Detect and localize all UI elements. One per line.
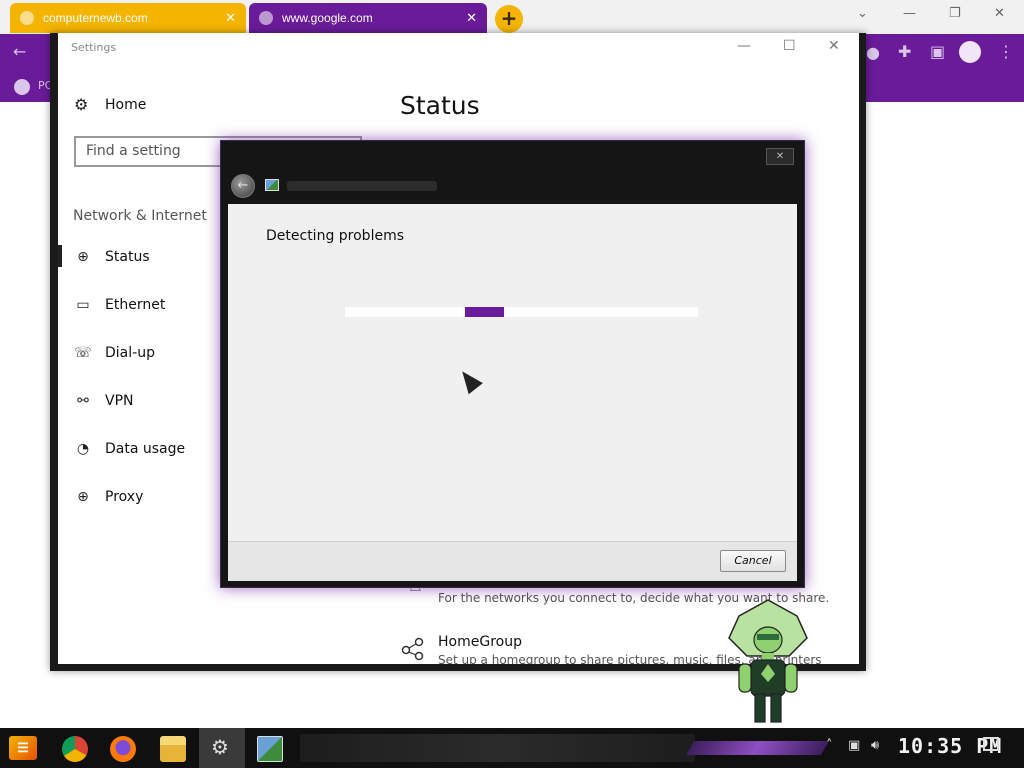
- tab-title: www.google.com: [282, 11, 373, 25]
- dialog-footer: Cancel: [228, 541, 797, 581]
- tab-close-icon[interactable]: ✕: [466, 11, 477, 26]
- nav-item-data-usage[interactable]: ◔ Data usage: [74, 436, 185, 462]
- data-usage-icon: ◔: [76, 441, 90, 457]
- troubleshooter-task-icon[interactable]: [257, 736, 283, 762]
- dialog-body: Detecting problems: [228, 204, 797, 541]
- nav-item-vpn[interactable]: ⚯ VPN: [74, 388, 134, 414]
- nav-label: Dial-up: [105, 345, 155, 361]
- globe-favicon-icon: [20, 11, 34, 25]
- nav-item-status[interactable]: ⊕ Status: [74, 244, 150, 270]
- tray-overflow-icon[interactable]: ˄: [826, 738, 833, 753]
- settings-gear-icon[interactable]: ⚙: [211, 735, 229, 759]
- nav-label: Status: [105, 249, 150, 265]
- nav-label: Proxy: [105, 489, 144, 505]
- new-tab-button[interactable]: +: [495, 5, 523, 33]
- section-label: Network & Internet: [73, 208, 207, 224]
- globe-favicon-icon: [259, 11, 273, 25]
- home-nav-item[interactable]: ⚙ Home: [74, 95, 146, 114]
- back-arrow-icon[interactable]: ←: [13, 42, 26, 61]
- character-sticker: [728, 599, 808, 723]
- nav-item-ethernet[interactable]: ▭ Ethernet: [74, 292, 165, 318]
- tab-google[interactable]: www.google.com ✕: [249, 3, 487, 33]
- settings-maximize-icon[interactable]: ☐: [783, 38, 796, 54]
- volume-icon[interactable]: 🔊︎: [871, 738, 879, 753]
- settings-minimize-icon[interactable]: —: [737, 38, 751, 54]
- minimize-icon[interactable]: —: [903, 6, 916, 21]
- chrome-icon[interactable]: [62, 736, 88, 762]
- dialog-title-blurred: [287, 181, 437, 191]
- cancel-button[interactable]: Cancel: [720, 550, 786, 572]
- progress-indicator: [465, 307, 504, 317]
- menu-kebab-icon[interactable]: ⋮: [998, 42, 1014, 61]
- tab-computernewb[interactable]: computernewb.com ✕: [10, 3, 246, 33]
- home-label: Home: [105, 96, 147, 113]
- side-panel-icon[interactable]: ▣: [930, 42, 945, 61]
- nav-item-dialup[interactable]: ☏ Dial-up: [74, 340, 155, 366]
- progress-bar: [345, 307, 698, 317]
- browser-tab-strip: computernewb.com ✕ www.google.com ✕ + ⌄ …: [0, 0, 1024, 34]
- globe-status-icon: ⊕: [77, 249, 89, 265]
- homegroup-link[interactable]: HomeGroup: [438, 634, 522, 650]
- extensions-icon[interactable]: ✚: [898, 42, 911, 61]
- firefox-icon[interactable]: [110, 736, 136, 762]
- restore-icon[interactable]: ❐: [949, 6, 961, 21]
- notification-center-icon[interactable]: [983, 737, 999, 751]
- nav-label: Ethernet: [105, 297, 166, 313]
- tab-search-icon[interactable]: ⌄: [857, 6, 868, 21]
- ethernet-icon: ▭: [76, 297, 90, 313]
- page-title: Status: [400, 91, 480, 120]
- account-avatar-icon[interactable]: [959, 41, 981, 63]
- settings-title: Settings: [71, 41, 117, 54]
- troubleshooter-dialog: ✕ ← Detecting problems Cancel: [220, 140, 805, 588]
- bookmark-favicon-icon[interactable]: [14, 79, 30, 95]
- nav-label: Data usage: [105, 441, 186, 457]
- homegroup-icon: [401, 637, 424, 661]
- troubleshooter-app-icon: [265, 179, 279, 191]
- settings-close-icon[interactable]: ✕: [828, 38, 840, 54]
- vpn-icon: ⚯: [77, 393, 89, 409]
- tab-close-icon[interactable]: ✕: [225, 11, 236, 26]
- tab-title: computernewb.com: [43, 11, 148, 25]
- globe-proxy-icon: ⊕: [77, 489, 89, 505]
- close-icon[interactable]: ✕: [994, 6, 1005, 21]
- taskbar: ☰ ⚙ ˄ ▣ 🔊︎ 10:35 PM: [0, 728, 1024, 768]
- file-explorer-icon[interactable]: [160, 736, 186, 762]
- detecting-heading: Detecting problems: [266, 228, 405, 244]
- gear-icon: ⚙: [74, 95, 89, 114]
- profile-badge-icon[interactable]: ●: [866, 43, 880, 62]
- network-status-icon[interactable]: ▣: [848, 738, 860, 753]
- dialup-icon: ☏: [74, 345, 92, 361]
- taskbar-accent-stripe: [685, 741, 830, 755]
- active-indicator: [58, 245, 62, 267]
- back-button[interactable]: ←: [231, 174, 255, 198]
- taskbar-decoration: [300, 734, 695, 762]
- mouse-cursor-icon: [455, 365, 483, 395]
- nav-item-proxy[interactable]: ⊕ Proxy: [74, 484, 143, 510]
- dialog-close-button[interactable]: ✕: [766, 148, 794, 165]
- nav-label: VPN: [105, 393, 134, 409]
- start-button-icon[interactable]: ☰: [9, 736, 37, 760]
